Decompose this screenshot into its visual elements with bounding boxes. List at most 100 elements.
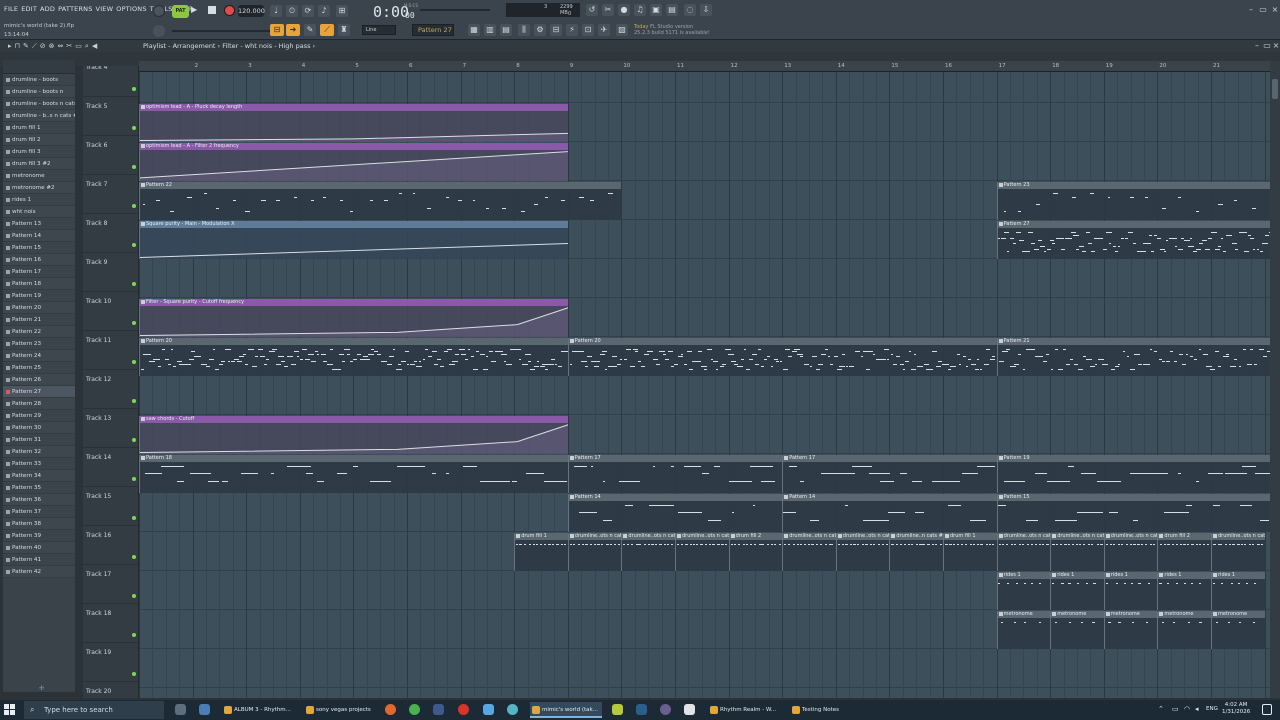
track-header[interactable]: Track 13 [83,409,138,448]
record-audio-icon[interactable]: ● [618,4,630,16]
tray-chevron-icon[interactable]: ⌃ [1158,705,1164,713]
slip-icon[interactable]: ⇔ [58,42,64,51]
track-active-led[interactable] [132,438,136,442]
playlist-clip[interactable]: rides 1 [1211,572,1265,610]
obs-icon[interactable] [660,704,671,715]
stop-button[interactable] [208,6,216,14]
picker-item[interactable]: metronome [3,170,75,182]
picker-item[interactable]: Pattern 29 [3,410,75,422]
playlist-close-icon[interactable]: × [1271,42,1280,50]
download-icon[interactable]: ⇩ [700,4,712,16]
picker-item[interactable]: Pattern 22 [3,326,75,338]
picker-item[interactable]: Pattern 19 [3,290,75,302]
taskbar-task-rhythm-realm[interactable]: Rhythm Realm - W... [708,702,782,718]
playlist-clip[interactable]: Pattern 27 [996,221,1270,259]
draw-icon[interactable]: ✎ [23,42,29,51]
automation-curve[interactable] [140,423,568,454]
taskbar-task-fl-studio[interactable]: mimic's world (tak... [530,702,602,718]
picker-item[interactable]: Pattern 37 [3,506,75,518]
playlist-clip[interactable]: drumline..ots n cats [567,533,622,571]
track-active-led[interactable] [132,282,136,286]
track-header[interactable]: Track 19 [83,643,138,682]
playlist-clip[interactable]: rides 1 [996,572,1051,610]
automation-curve[interactable] [140,111,568,142]
picker-item[interactable]: Pattern 18 [3,278,75,290]
picker-item[interactable]: Pattern 16 [3,254,75,266]
track-active-led[interactable] [132,126,136,130]
track-lane[interactable] [139,259,1270,298]
volume-icon[interactable]: ◂ [1195,705,1199,713]
plug-icon[interactable]: ⚡ [566,24,578,36]
mute-icon[interactable]: ⊗ [49,42,55,51]
pattern-song-toggle-knob[interactable] [153,5,165,17]
render-icon[interactable]: ▤ [666,4,678,16]
picker-item[interactable]: drumline - b..s n cats #3 [3,110,75,122]
save-icon[interactable]: ▣ [650,4,662,16]
track-header[interactable]: Track 14 [83,448,138,487]
opera-icon[interactable] [458,704,469,715]
notion-icon[interactable] [684,704,695,715]
track-header[interactable]: Track 10 [83,292,138,331]
track-header[interactable]: Track 11 [83,331,138,370]
picker-item[interactable]: Pattern 42 [3,566,75,578]
track-header[interactable]: Track 18 [83,604,138,643]
select-icon[interactable]: ▭ [75,42,82,51]
automation-curve[interactable] [140,228,568,259]
track-header[interactable]: Track 5 [83,97,138,136]
playback-icon[interactable]: ◀ [92,42,97,51]
channel-rack-icon[interactable]: ▤ [500,24,512,36]
playlist-clip[interactable]: rides 1 [1157,572,1211,610]
playlist-clip[interactable]: metronome [1050,611,1104,649]
picker-item[interactable]: Pattern 36 [3,494,75,506]
menu-item-add[interactable]: ADD [40,5,55,13]
metronome-icon[interactable]: ♩ [270,5,282,17]
playlist-clip[interactable]: saw chords - Cutoff [139,416,568,454]
timeline-ruler[interactable]: 2 3 4 5 6 7 8 9 10 11 12 13 14 15 16 17 18 19 20 21 [139,61,1270,72]
tempo-display[interactable]: 120.000 [238,5,265,17]
picker-item[interactable]: drum fill 1 [3,122,75,134]
track-active-led[interactable] [132,399,136,403]
master-volume-slider[interactable] [420,9,490,11]
stamp-icon[interactable]: ♜ [338,24,350,36]
playlist-clip[interactable]: metronome [1103,611,1158,649]
playlist-clip[interactable]: drumline..ots n cats [1103,533,1158,571]
playlist-clip[interactable]: Pattern 15 [996,494,1270,532]
playlist-icon[interactable]: ▦ [468,24,480,36]
playlist-clip[interactable]: Pattern 14 [567,494,783,532]
playlist-clip[interactable]: drum fill 1 [514,533,568,571]
picker-item[interactable]: Pattern 25 [3,362,75,374]
picker-item[interactable]: Pattern 40 [3,542,75,554]
playlist-clip[interactable]: Filter - Square purity - Cutoff frequenc… [139,299,568,337]
picker-item[interactable]: Pattern 30 [3,422,75,434]
snap-icon[interactable]: ⊟ [270,24,284,36]
mic-record-icon[interactable]: ✈ [598,24,610,36]
photos-icon[interactable] [483,704,494,715]
picker-item[interactable]: Pattern 33 [3,458,75,470]
picker-item[interactable]: drum fill 3 #2 [3,158,75,170]
wait-input-icon[interactable]: ⏲ [286,5,298,17]
playlist-clip[interactable]: optimism lead - A - Pluck decay length [139,104,568,142]
picker-item[interactable]: drum fill 3 [3,146,75,158]
picker-item[interactable]: Pattern 35 [3,482,75,494]
minimize-icon[interactable]: – [1246,6,1256,14]
picker-item[interactable]: drumline - boots n [3,86,75,98]
picker-item[interactable]: Pattern 39 [3,530,75,542]
picker-item[interactable]: Pattern 34 [3,470,75,482]
track-header[interactable]: Track 7 [83,175,138,214]
picker-item[interactable]: rides 1 [3,194,75,206]
picker-item[interactable]: Pattern 14 [3,230,75,242]
track-active-led[interactable] [132,204,136,208]
playlist-clip[interactable]: drumline..ots n cats [996,533,1051,571]
playlist-clip[interactable]: drumline..ots n cats [1050,533,1104,571]
loop-record-icon[interactable]: ⊞ [336,5,348,17]
picker-item[interactable]: Pattern 31 [3,434,75,446]
picker-add-icon[interactable]: ✣ [39,685,44,692]
playlist-clip[interactable]: drumline..n cats #3 [889,533,943,571]
piano-roll-icon[interactable]: ▥ [484,24,496,36]
picker-item[interactable]: Pattern 32 [3,446,75,458]
picker-item[interactable]: Pattern 23 [3,338,75,350]
pencil-icon[interactable]: ✎ [304,24,316,36]
track-lane[interactable] [139,688,1270,698]
touch-keyboard-icon[interactable]: ⊡ [582,24,594,36]
magnet-icon[interactable]: ⊓ [15,42,20,51]
